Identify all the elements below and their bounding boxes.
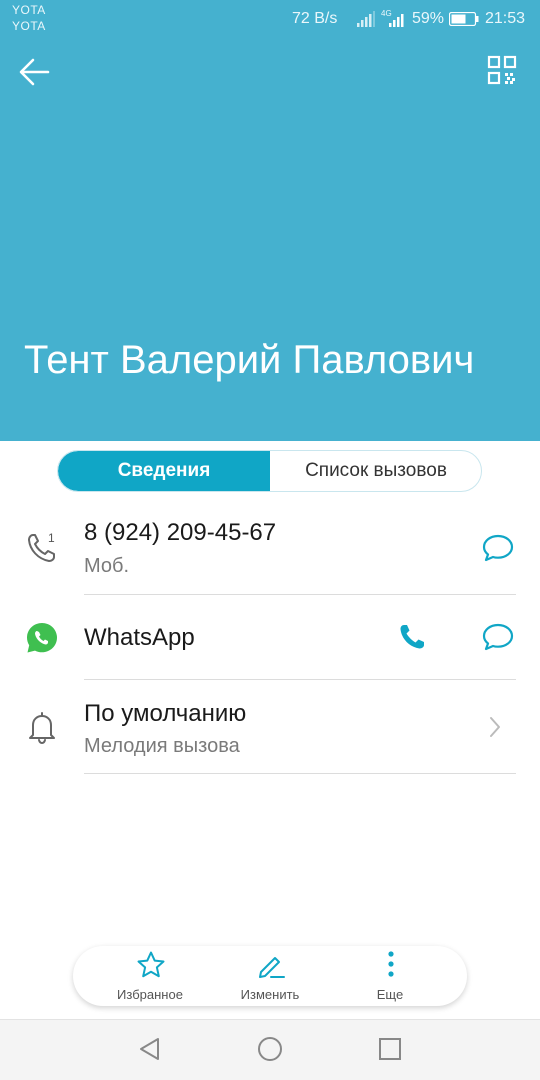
tab-details[interactable]: Сведения (58, 451, 270, 491)
divider (84, 773, 516, 774)
more-vertical-icon (388, 951, 394, 977)
whatsapp-icon (27, 623, 57, 653)
phone-row[interactable]: 1 8 (924) 209-45-67 Моб. (0, 505, 540, 595)
back-button[interactable] (16, 54, 56, 90)
nav-back-button[interactable] (136, 1035, 166, 1065)
whatsapp-call-button[interactable] (397, 621, 431, 655)
system-nav-bar (0, 1019, 540, 1080)
square-recents-icon (379, 1038, 401, 1060)
nav-home-button[interactable] (256, 1035, 286, 1065)
star-icon (137, 951, 165, 978)
qr-code-button[interactable] (486, 54, 522, 90)
pencil-icon (259, 957, 285, 978)
contact-name: Тент Валерий Павлович (24, 338, 475, 382)
tab-call-log[interactable]: Список вызовов (270, 451, 481, 491)
carrier-2: YOTA (12, 19, 46, 33)
ringtone-value: По умолчанию (84, 700, 247, 727)
contact-header: YOTA YOTA 72 B/s 4G 59% 21:53 Тент Валер… (0, 0, 540, 441)
sim-number: 1 (48, 531, 55, 545)
battery-percent: 59% (412, 10, 445, 27)
arrow-left-icon (19, 58, 50, 86)
edit-button[interactable]: Изменить (215, 946, 325, 1006)
signal-icon (357, 11, 375, 27)
phone-type: Моб. (84, 555, 130, 577)
network-speed: 72 B/s (292, 10, 338, 27)
more-label: Еще (376, 987, 404, 1002)
bell-icon (29, 712, 55, 744)
battery-icon (449, 12, 479, 26)
phone-number: 8 (924) 209-45-67 (84, 519, 277, 546)
triangle-back-icon (140, 1038, 159, 1060)
edit-label: Изменить (240, 987, 300, 1002)
send-message-button[interactable] (481, 532, 517, 566)
contact-action-bar: Избранное Изменить Еще (73, 946, 467, 1006)
nav-recents-button[interactable] (376, 1035, 406, 1065)
phone-icon (400, 625, 424, 649)
carrier-1: YOTA (12, 3, 46, 17)
status-bar: YOTA YOTA 72 B/s 4G 59% 21:53 (0, 0, 540, 38)
ringtone-chevron (488, 715, 508, 741)
circle-home-icon (258, 1037, 282, 1061)
favorite-button[interactable]: Избранное (95, 946, 205, 1006)
whatsapp-row[interactable]: WhatsApp (0, 595, 540, 680)
favorite-label: Избранное (117, 987, 183, 1002)
qr-code-icon (487, 55, 517, 85)
chevron-right-icon (490, 717, 500, 737)
more-button[interactable]: Еще (335, 946, 445, 1006)
whatsapp-message-button[interactable] (481, 621, 517, 655)
message-icon (482, 623, 514, 651)
whatsapp-label: WhatsApp (84, 624, 195, 651)
clock: 21:53 (485, 10, 526, 27)
tab-switcher: Сведения Список вызовов (57, 450, 482, 492)
ringtone-label: Мелодия вызова (84, 735, 240, 757)
message-icon (482, 534, 514, 562)
signal-icon-2 (389, 14, 404, 27)
ringtone-row[interactable]: По умолчанию Мелодия вызова (0, 680, 540, 774)
